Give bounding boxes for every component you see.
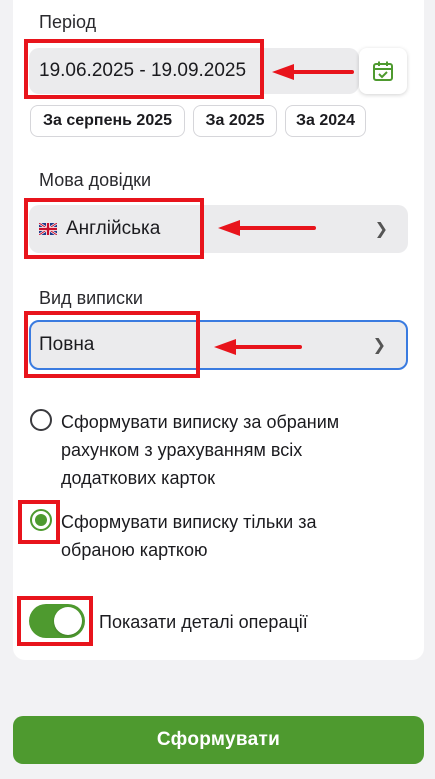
- chip-2025[interactable]: За 2025: [193, 105, 277, 137]
- language-value: Англійська: [66, 218, 161, 239]
- chip-2024[interactable]: За 2024: [285, 105, 366, 137]
- language-label: Мова довідки: [39, 170, 152, 190]
- chip-august-2025[interactable]: За серпень 2025: [30, 105, 185, 137]
- statement-type-value: Повна: [39, 334, 95, 355]
- period-value: 19.06.2025 - 19.09.2025: [39, 60, 247, 81]
- details-toggle[interactable]: [29, 604, 85, 638]
- radio-selected-dot: [35, 514, 47, 526]
- radio-selected-card-label[interactable]: Сформувати виписку тільки за обраною кар…: [61, 508, 381, 564]
- radio-all-cards-label[interactable]: Сформувати виписку за обраним рахунком з…: [61, 408, 391, 492]
- chevron-right-icon: ❯: [372, 337, 386, 354]
- statement-type-label: Вид виписки: [39, 288, 143, 308]
- chevron-right-icon: ❯: [374, 221, 388, 238]
- calendar-button[interactable]: [359, 48, 407, 94]
- radio-selected-card[interactable]: [30, 509, 52, 531]
- annotation-arrow-language: [218, 220, 316, 236]
- toggle-knob: [54, 607, 82, 635]
- period-label: Період: [39, 12, 97, 32]
- uk-flag-icon: [39, 223, 57, 235]
- calendar-check-icon: [373, 61, 393, 81]
- submit-button[interactable]: Сформувати: [13, 716, 424, 764]
- annotation-arrow-statement: [214, 339, 302, 355]
- details-toggle-label: Показати деталі операції: [99, 612, 308, 632]
- radio-all-cards[interactable]: [30, 409, 52, 431]
- annotation-arrow-period: [272, 64, 354, 80]
